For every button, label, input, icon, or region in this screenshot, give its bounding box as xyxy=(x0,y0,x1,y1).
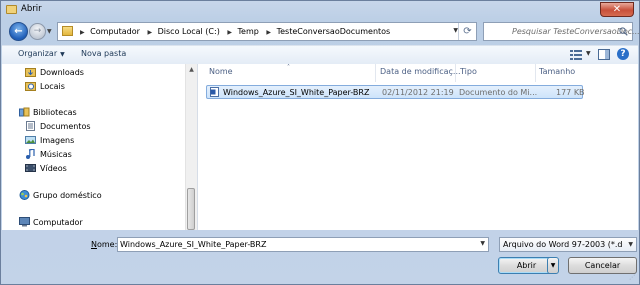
chevron-right-icon[interactable]: ▶ xyxy=(147,29,152,36)
file-type-filter[interactable]: Arquivo do Word 97-2003 (*.do ▼ xyxy=(499,237,637,252)
breadcrumb: ▶ Computador ▶ Disco Local (C:) ▶ Temp ▶… xyxy=(78,27,393,36)
open-file-dialog: Abrir ✕ ← → ▼ ▶ Computador ▶ Disco Local… xyxy=(0,0,640,285)
file-list: ˄ Nome Data de modificaç... Tipo Tamanho… xyxy=(198,64,638,230)
sidebar-item-label: Bibliotecas xyxy=(33,108,77,117)
navigation-scrollbar[interactable]: ▲ xyxy=(185,64,197,230)
forward-button[interactable]: → xyxy=(29,23,46,40)
help-icon[interactable]: ? xyxy=(617,48,629,60)
refresh-icon[interactable]: ⟳ xyxy=(458,23,476,40)
downloads-folder-icon xyxy=(25,68,36,77)
documents-icon xyxy=(26,121,35,131)
file-date: 02/11/2012 21:19 xyxy=(382,88,454,97)
scrollbar-thumb[interactable] xyxy=(187,188,195,230)
file-name: Windows_Azure_SI_White_Paper-BRZ xyxy=(223,88,370,97)
sidebar-item-label: Imagens xyxy=(40,136,75,145)
sidebar-item-label: Grupo doméstico xyxy=(33,191,102,200)
column-header-name[interactable]: Nome xyxy=(209,67,233,76)
filename-label: Nome: xyxy=(91,240,117,249)
filename-label-text: ome: xyxy=(96,240,118,249)
file-type: Documento do Mi... xyxy=(459,88,538,97)
column-header-date[interactable]: Data de modificaç... xyxy=(380,67,461,76)
organize-label: Organizar xyxy=(18,49,58,58)
folder-icon xyxy=(62,26,73,36)
open-options-dropdown-icon[interactable]: ▼ xyxy=(547,257,559,274)
sidebar-item-label: Downloads xyxy=(40,68,84,77)
search-box[interactable]: Pesquisar TesteConversaoDoc... xyxy=(483,22,640,41)
libraries-icon xyxy=(19,107,30,117)
organize-button[interactable]: Organizar ▼ xyxy=(18,49,65,58)
table-row[interactable]: Windows_Azure_SI_White_Paper-BRZ 02/11/2… xyxy=(206,85,585,99)
computer-icon xyxy=(19,217,30,227)
navigation-pane: Downloads Locais Bibliotecas Documentos … xyxy=(2,64,198,230)
command-bar: Organizar ▼ Nova pasta ▼ ? xyxy=(2,45,638,65)
new-folder-button[interactable]: Nova pasta xyxy=(81,49,126,58)
chevron-down-icon[interactable]: ▼ xyxy=(480,240,485,247)
word-document-icon xyxy=(210,87,219,97)
column-divider[interactable] xyxy=(535,64,536,82)
scroll-up-icon[interactable]: ▲ xyxy=(186,64,197,75)
back-button[interactable]: ← xyxy=(9,22,28,41)
chevron-down-icon: ▼ xyxy=(60,51,65,58)
file-size: 177 KB xyxy=(556,88,585,97)
resize-grip-icon[interactable]: ⋰ xyxy=(629,274,637,282)
filename-field[interactable] xyxy=(120,239,470,250)
breadcrumb-local-disk[interactable]: Disco Local (C:) xyxy=(158,27,220,36)
cancel-button[interactable]: Cancelar xyxy=(568,257,637,274)
music-icon xyxy=(26,149,35,159)
chevron-right-icon[interactable]: ▶ xyxy=(80,29,85,36)
homegroup-icon xyxy=(19,190,30,200)
recent-pages-dropdown-icon[interactable]: ▼ xyxy=(47,28,55,36)
sidebar-item-label: Vídeos xyxy=(40,164,67,173)
title-bar: Abrir ✕ xyxy=(1,1,639,19)
column-header-type[interactable]: Tipo xyxy=(460,67,477,76)
window-title: Abrir xyxy=(21,4,42,14)
breadcrumb-temp[interactable]: Temp xyxy=(238,27,259,36)
preview-pane-icon[interactable] xyxy=(598,49,610,60)
chevron-down-icon[interactable]: ▼ xyxy=(628,241,633,248)
folder-icon xyxy=(6,5,17,14)
column-divider[interactable] xyxy=(455,64,456,82)
search-icon[interactable] xyxy=(619,27,628,36)
chevron-right-icon[interactable]: ▶ xyxy=(266,29,271,36)
view-dropdown-icon[interactable]: ▼ xyxy=(586,50,591,57)
address-bar[interactable]: ▶ Computador ▶ Disco Local (C:) ▶ Temp ▶… xyxy=(57,22,477,41)
chevron-right-icon[interactable]: ▶ xyxy=(227,29,232,36)
close-button[interactable]: ✕ xyxy=(600,2,634,17)
navigation-bar: ← → ▼ ▶ Computador ▶ Disco Local (C:) ▶ … xyxy=(7,21,640,43)
filter-value: Arquivo do Word 97-2003 (*.do xyxy=(503,240,623,249)
breadcrumb-current-folder[interactable]: TesteConversaoDocumentos xyxy=(277,27,391,36)
videos-icon xyxy=(25,164,36,172)
column-divider[interactable] xyxy=(375,64,376,82)
change-view-icon[interactable] xyxy=(570,49,582,60)
sidebar-item-label: Documentos xyxy=(40,122,91,131)
filename-combobox[interactable]: ▼ xyxy=(117,237,489,252)
pictures-icon xyxy=(25,136,36,144)
sidebar-item-label: Locais xyxy=(40,82,65,91)
sidebar-item-label: Músicas xyxy=(40,150,72,159)
breadcrumb-computer[interactable]: Computador xyxy=(90,27,140,36)
recent-places-icon xyxy=(25,82,36,91)
dialog-footer: Nome: ▼ Arquivo do Word 97-2003 (*.do ▼ … xyxy=(1,231,639,284)
column-header-size[interactable]: Tamanho xyxy=(539,67,575,76)
sort-ascending-icon: ˄ xyxy=(287,64,290,71)
sidebar-item-label: Computador xyxy=(33,218,83,227)
